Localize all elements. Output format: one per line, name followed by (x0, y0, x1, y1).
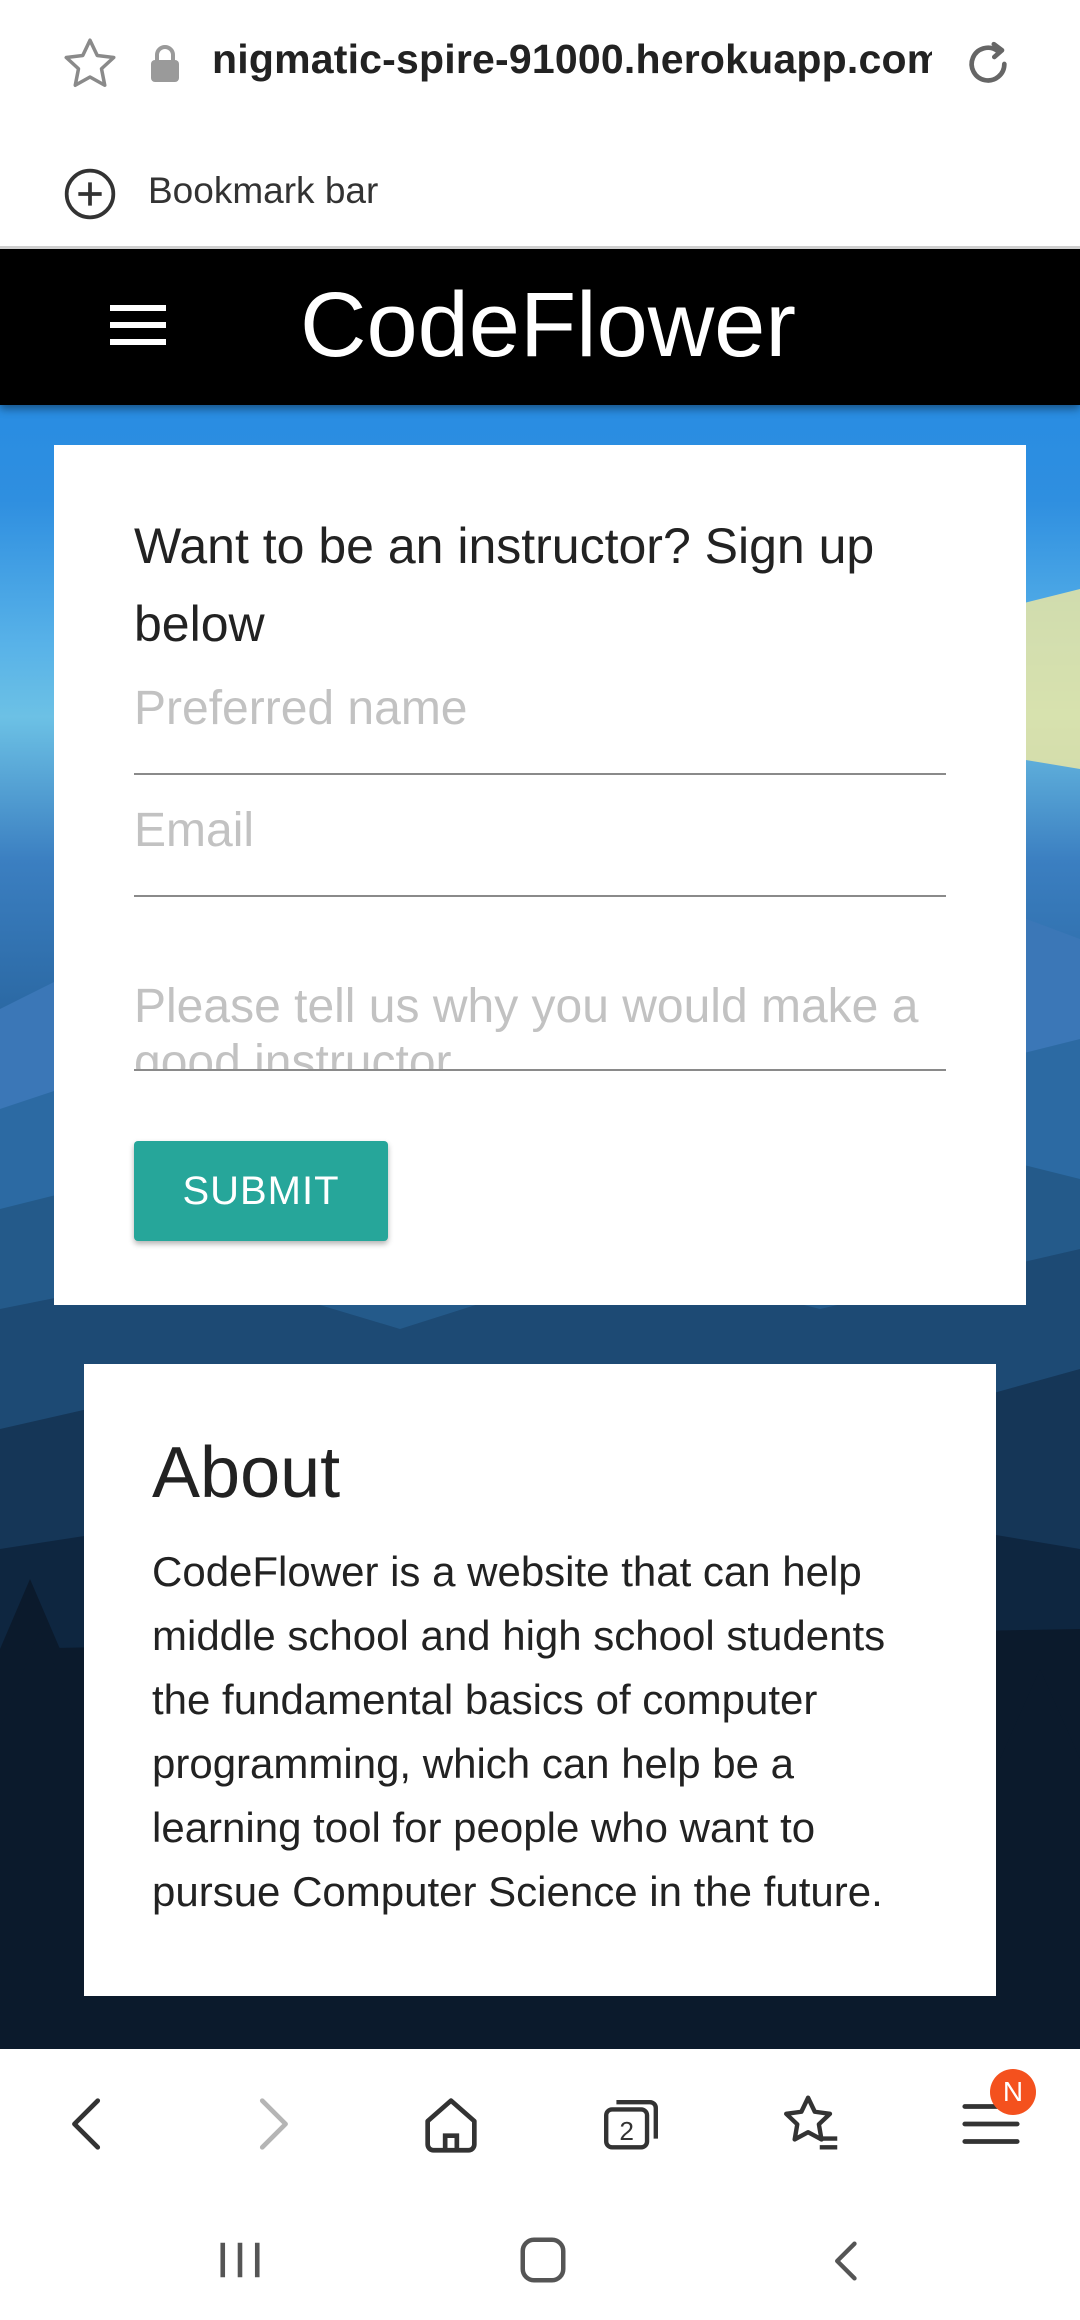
lock-icon (151, 45, 179, 82)
tab-count: 2 (619, 2116, 634, 2146)
bookmarks-icon[interactable] (776, 2089, 846, 2159)
browser-bottom-nav: 2 N (0, 2049, 1080, 2199)
recent-apps-icon[interactable] (210, 2237, 270, 2283)
reload-icon[interactable] (960, 36, 1016, 92)
back-icon[interactable] (54, 2089, 124, 2159)
system-back-icon[interactable] (822, 2235, 874, 2287)
add-circle-icon (64, 168, 116, 220)
email-field[interactable]: Email (134, 801, 946, 897)
signup-title: Want to be an instructor? Sign up below (134, 518, 875, 652)
system-nav-bar (0, 2199, 1080, 2320)
instructor-signup-card: Want to be an instructor? Sign up below … (54, 445, 1026, 1305)
about-body: CodeFlower is a website that can help mi… (152, 1548, 886, 1915)
home-button-icon[interactable] (516, 2233, 570, 2287)
about-title: About (152, 1433, 341, 1513)
browser-url-bar: nigmatic-spire-91000.herokuapp.com (0, 0, 1080, 130)
reason-placeholder: Please tell us why you would make a good… (134, 980, 919, 1071)
notification-badge: N (990, 2069, 1036, 2115)
reason-textarea[interactable]: Please tell us why you would make a good… (134, 979, 946, 1071)
submit-button[interactable]: SUBMIT (134, 1141, 388, 1241)
about-card: About CodeFlower is a website that can h… (84, 1364, 996, 1996)
app-bar: CodeFlower (0, 249, 1080, 405)
preferred-name-field[interactable]: Preferred name (134, 679, 946, 775)
preferred-name-placeholder: Preferred name (134, 682, 468, 735)
email-placeholder: Email (134, 804, 255, 857)
url-text[interactable]: nigmatic-spire-91000.herokuapp.com (212, 36, 932, 92)
web-page: CodeFlower Want to be an instructor? Sig… (0, 249, 1080, 2049)
bookmark-star-icon[interactable] (60, 34, 120, 94)
home-icon[interactable] (416, 2089, 486, 2159)
forward-icon[interactable] (236, 2089, 306, 2159)
tabs-icon[interactable]: 2 (596, 2089, 666, 2159)
brand-title[interactable]: CodeFlower (300, 273, 796, 378)
bookmark-bar[interactable]: Bookmark bar (0, 152, 1080, 244)
bookmark-bar-label: Bookmark bar (148, 170, 379, 211)
hamburger-menu-icon[interactable] (110, 305, 170, 349)
